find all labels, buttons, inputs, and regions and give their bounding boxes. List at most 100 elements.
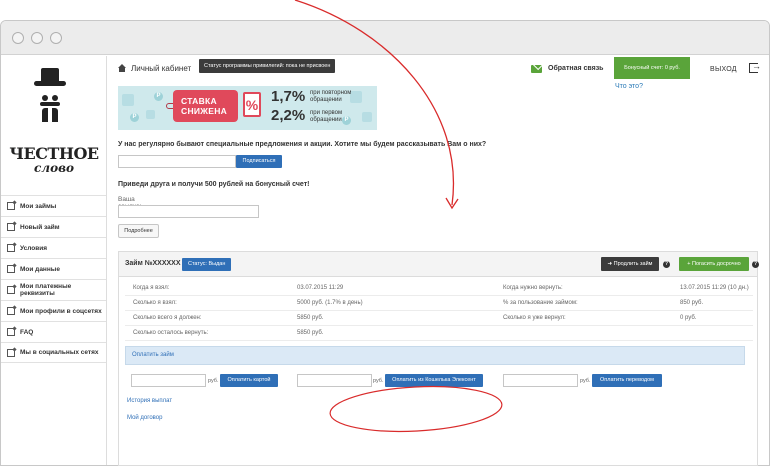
- referral-link-input[interactable]: [118, 205, 259, 218]
- detail-value: 03.07.2015 11:29: [297, 285, 344, 291]
- card-amount-input[interactable]: [131, 374, 206, 387]
- logout-link[interactable]: ВЫХОД: [710, 66, 737, 73]
- detail-label: Сколько я взял:: [133, 300, 177, 306]
- repay-early-label: Погасить досрочно: [692, 261, 741, 267]
- sidebar-item-my-loans[interactable]: Мои займы: [1, 195, 106, 216]
- my-contract-link[interactable]: Мой договор: [127, 415, 162, 421]
- currency-label: руб.: [208, 378, 219, 384]
- edit-icon: [7, 328, 15, 336]
- table-row: Сколько осталось вернуть: 5850 руб.: [125, 327, 753, 341]
- percent-icon: %: [243, 92, 261, 117]
- rate-tag-line2: СНИЖЕНА: [181, 106, 228, 116]
- detail-value: 13.07.2015 11:29 (10 дн.): [680, 285, 749, 291]
- loan-panel: Займ №XXXXXX Статус: Выдан ➜ Продлить за…: [118, 251, 759, 466]
- rate-repeat-desc: при повторном обращении: [310, 90, 351, 104]
- mail-icon[interactable]: [531, 65, 542, 73]
- home-icon[interactable]: [118, 64, 126, 72]
- detail-label: Сколько всего я должен:: [133, 315, 202, 321]
- rate-repeat-desc-line1: при повторном: [310, 90, 352, 96]
- extend-loan-label: Продлить займ: [613, 261, 653, 267]
- pay-wallet-button[interactable]: Оплатить из Кошелька Элексент: [385, 374, 483, 387]
- sidebar-item-terms[interactable]: Условия: [1, 237, 106, 258]
- sidebar-item-payment-details[interactable]: Мои платежные реквизиты: [1, 279, 106, 300]
- currency-label: руб.: [373, 378, 384, 384]
- sidebar-item-label: Условия: [20, 244, 48, 252]
- sidebar-item-faq[interactable]: FAQ: [1, 321, 106, 342]
- table-row: Когда я взял: 03.07.2015 11:29 Когда нуж…: [125, 282, 753, 296]
- edit-icon: [7, 348, 15, 357]
- ruble-coin-icon: Р: [130, 113, 139, 122]
- window-maximize-dot[interactable]: [50, 32, 62, 44]
- rate-tag: СТАВКА СНИЖЕНА: [173, 90, 238, 122]
- logo-hat-icon: [41, 68, 59, 82]
- logo-face-icon: [40, 89, 60, 107]
- subscribe-button[interactable]: Подписаться: [236, 155, 282, 168]
- ruble-coin-icon: Р: [342, 116, 351, 125]
- sidebar-item-social-profiles[interactable]: Мои профили в соцсетях: [1, 300, 106, 321]
- logout-icon[interactable]: [749, 61, 761, 73]
- detail-label: % за пользование займом:: [503, 300, 578, 306]
- sidebar: ‘ ЧЕСТНОЕ слово Мои займы Новый займ Усл…: [1, 56, 107, 465]
- logo-hat-brim: [34, 81, 66, 86]
- edit-icon: [7, 307, 15, 315]
- details-button[interactable]: Подробнее: [118, 224, 159, 238]
- detail-value: 5850 руб.: [297, 330, 324, 336]
- status-badge: Статус программы привилегий: пока не при…: [199, 59, 336, 73]
- table-row: Сколько всего я должен: 5850 руб. Скольк…: [125, 312, 753, 326]
- rate-first-desc: при первом обращении: [310, 110, 342, 124]
- detail-value: 5850 руб.: [297, 315, 324, 321]
- help-icon[interactable]: ?: [663, 261, 670, 268]
- help-icon[interactable]: ?: [752, 261, 759, 268]
- window-close-dot[interactable]: [12, 32, 24, 44]
- edit-icon: [7, 223, 15, 231]
- pay-transfer-button[interactable]: Оплатить переводом: [592, 374, 662, 387]
- rate-first: 2,2%: [271, 107, 306, 124]
- sidebar-item-my-data[interactable]: Мои данные: [1, 258, 106, 279]
- sidebar-item-label: Мы в социальных сетях: [20, 349, 99, 356]
- window-titlebar: [1, 21, 769, 55]
- subscribe-question: У нас регулярно бывают специальные предл…: [118, 141, 487, 148]
- page-title: Личный кабинет: [131, 64, 192, 73]
- extend-loan-button[interactable]: ➜ Продлить займ: [601, 257, 659, 271]
- sidebar-item-label: FAQ: [20, 328, 34, 336]
- bank-icon: [7, 244, 15, 252]
- detail-value: 0 руб.: [680, 315, 697, 321]
- pay-card-button[interactable]: Оплатить картой: [220, 374, 278, 387]
- what-is-it-link[interactable]: Что это?: [615, 83, 643, 90]
- rate-repeat: 1,7%: [271, 88, 306, 105]
- logo-body-icon: [42, 108, 58, 122]
- bonus-account-button[interactable]: Бонусный счет: 0 руб.: [614, 57, 690, 79]
- window-minimize-dot[interactable]: [31, 32, 43, 44]
- logo[interactable]: ‘ ЧЕСТНОЕ слово: [1, 56, 106, 175]
- promo-banner[interactable]: Р Р Р СТАВКА СНИЖЕНА % 1,7% при повторно…: [118, 86, 377, 130]
- rate-tag-line1: СТАВКА: [181, 96, 217, 106]
- rate-first-desc-line1: при первом: [310, 110, 343, 116]
- wallet-amount-input[interactable]: [297, 374, 372, 387]
- repay-early-button[interactable]: + Погасить досрочно: [679, 257, 749, 271]
- sidebar-item-social-networks[interactable]: Мы в социальных сетях: [1, 342, 106, 363]
- sidebar-menu: Мои займы Новый займ Условия Мои данные …: [1, 195, 106, 363]
- detail-label: Сколько я уже вернул:: [503, 315, 566, 321]
- feedback-link[interactable]: Обратная связь: [548, 65, 604, 72]
- detail-label: Когда нужно вернуть:: [503, 285, 563, 291]
- detail-label: Когда я взял:: [133, 285, 170, 291]
- subscribe-email-input[interactable]: [118, 155, 236, 168]
- invite-title: Приведи друга и получи 500 рублей на бон…: [118, 181, 310, 188]
- rate-repeat-desc-line2: обращении: [310, 97, 342, 103]
- sidebar-item-label: Мои данные: [20, 265, 60, 273]
- logo-text-line2: слово: [34, 161, 74, 175]
- sidebar-item-label: Мои платежные реквизиты: [20, 283, 72, 297]
- detail-value: 5000 руб. (1.7% в день): [297, 300, 363, 306]
- loan-title: Займ №XXXXXX: [125, 260, 181, 267]
- detail-label: Сколько осталось вернуть:: [133, 330, 209, 336]
- payment-history-link[interactable]: История выплат: [127, 398, 172, 404]
- sidebar-item-new-loan[interactable]: Новый займ: [1, 216, 106, 237]
- currency-label: руб.: [580, 378, 591, 384]
- loan-header: Займ №XXXXXX Статус: Выдан ➜ Продлить за…: [119, 252, 759, 277]
- sidebar-item-label: Новый займ: [20, 223, 60, 231]
- detail-value: 850 руб.: [680, 300, 704, 306]
- pay-loan-header: Оплатить займ: [125, 346, 745, 365]
- table-row: Сколько я взял: 5000 руб. (1.7% в день) …: [125, 297, 753, 311]
- transfer-amount-input[interactable]: [503, 374, 578, 387]
- sidebar-item-label: Мои профили в соцсетях: [20, 307, 102, 315]
